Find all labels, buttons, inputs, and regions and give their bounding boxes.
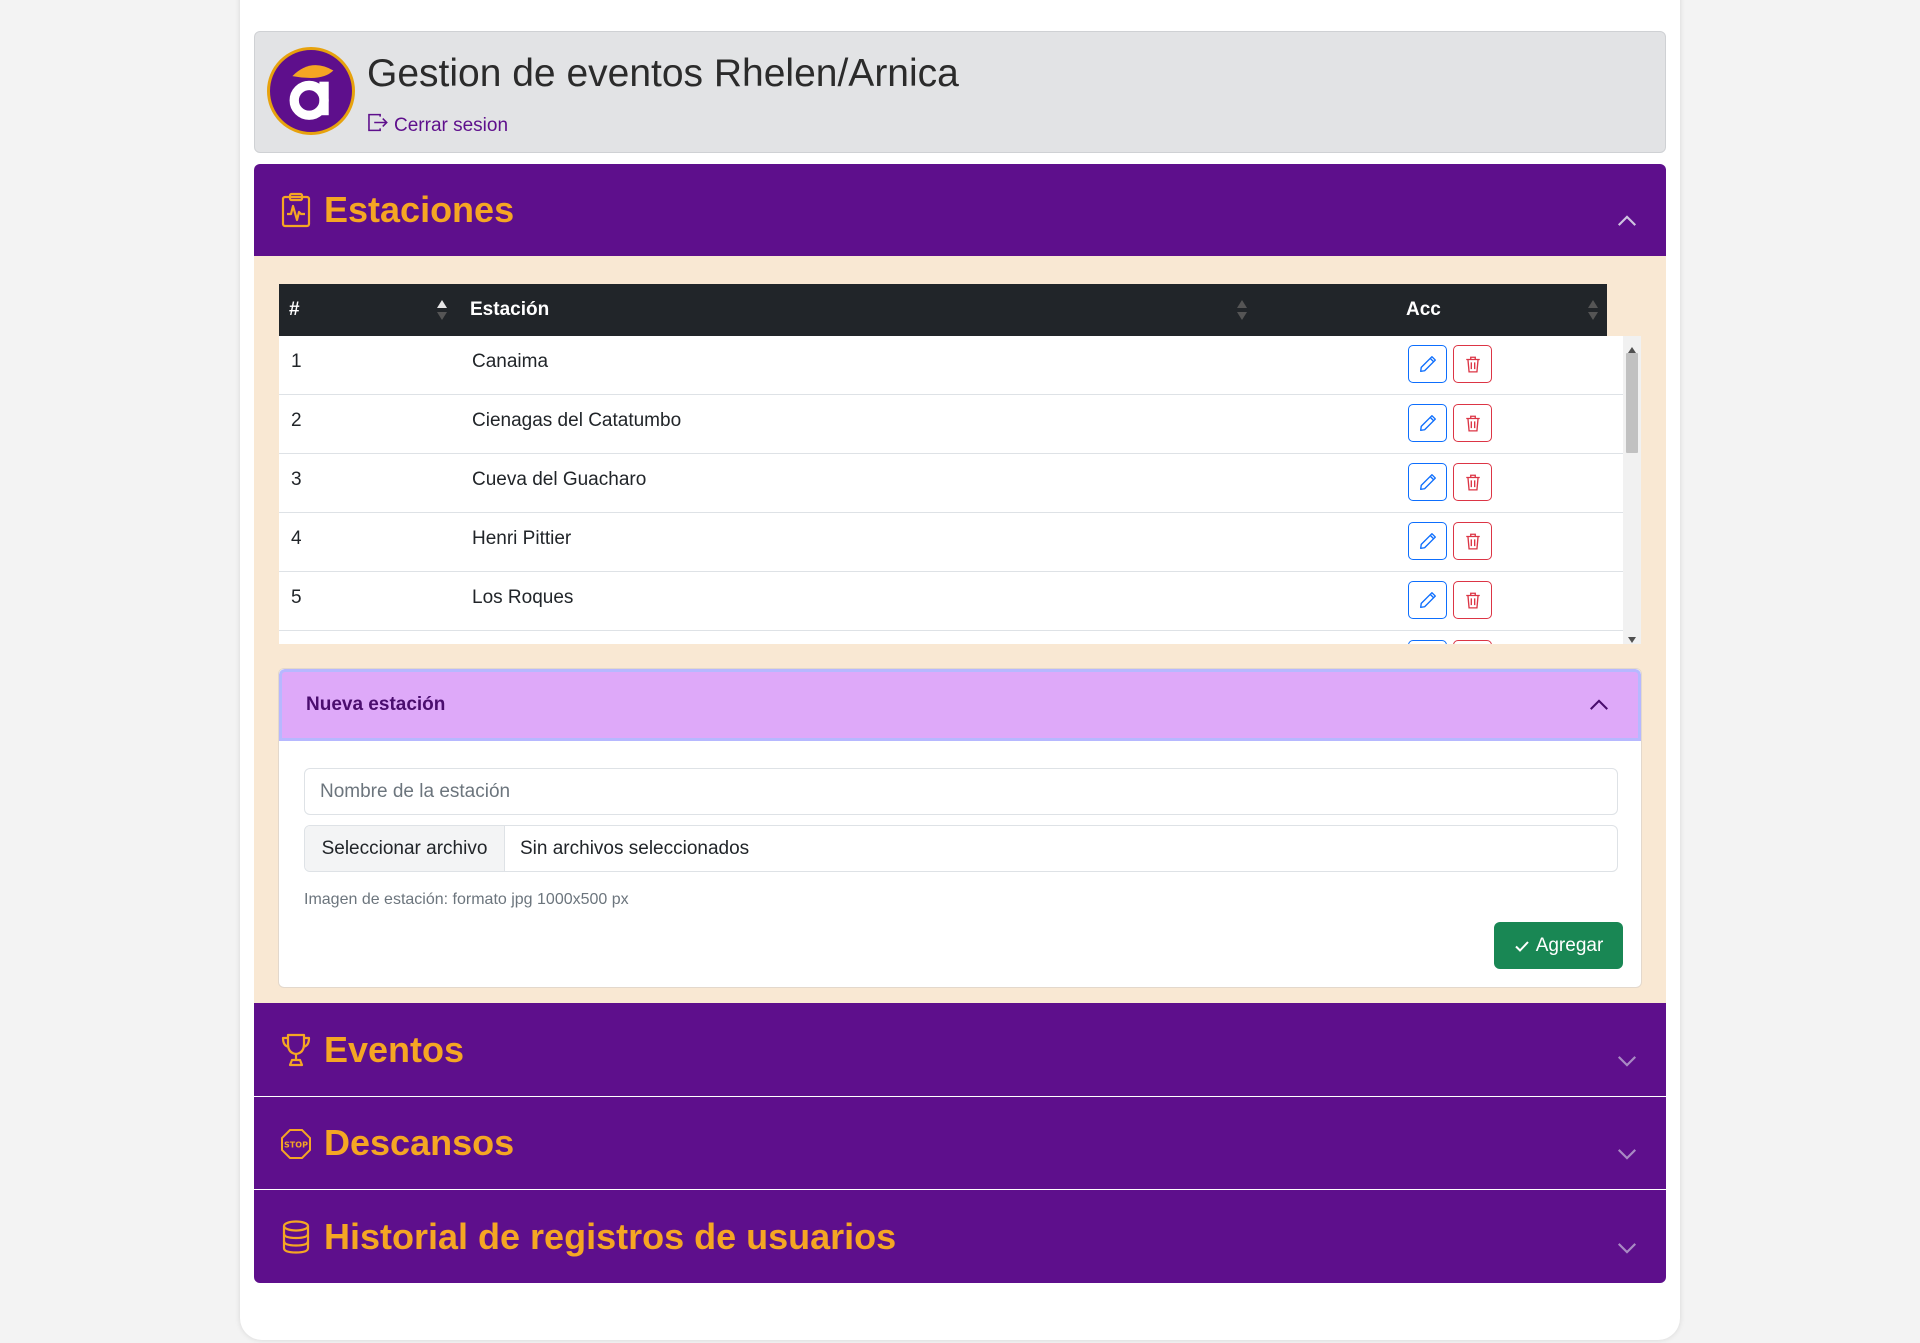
section-historial-header[interactable]: Historial de registros de usuarios — [254, 1190, 1666, 1283]
scroll-up-arrow-icon[interactable] — [1627, 341, 1637, 353]
delete-button[interactable] — [1453, 404, 1492, 442]
section-estaciones-body: # Estación Acc 1 Canaima 2 Cienagas del … — [254, 256, 1666, 1003]
column-header-actions[interactable]: Acc — [1406, 299, 1441, 321]
edit-button[interactable] — [1408, 404, 1447, 442]
table-row: 1 Canaima — [279, 336, 1623, 395]
table-header: # Estación Acc — [279, 284, 1607, 336]
table-row: 2 Cienagas del Catatumbo — [279, 395, 1623, 454]
add-station-button[interactable]: Agregar — [1494, 922, 1623, 969]
trash-icon — [1465, 415, 1480, 432]
section-historial-title: Historial de registros de usuarios — [324, 1215, 897, 1257]
edit-button[interactable] — [1408, 463, 1447, 501]
trophy-icon — [280, 1032, 312, 1068]
delete-button[interactable] — [1453, 581, 1492, 619]
clipboard-pulse-icon — [280, 192, 312, 228]
section-eventos-header[interactable]: Eventos — [254, 1003, 1666, 1096]
station-name: Cueva del Guacharo — [472, 469, 647, 490]
page-title: Gestion de eventos Rhelen/Arnica — [367, 52, 959, 95]
edit-button[interactable] — [1408, 345, 1447, 383]
database-icon — [280, 1219, 312, 1255]
select-file-button[interactable]: Seleccionar archivo — [305, 826, 505, 871]
chevron-up-icon — [1616, 199, 1638, 226]
station-image-file-input[interactable]: Seleccionar archivo Sin archivos selecci… — [304, 825, 1618, 872]
delete-button[interactable] — [1453, 522, 1492, 560]
table-row: 3 Cueva del Guacharo — [279, 454, 1623, 513]
pencil-icon — [1419, 474, 1436, 490]
table-scrollbar[interactable] — [1623, 336, 1641, 644]
edit-button[interactable] — [1408, 640, 1447, 644]
new-station-header[interactable]: Nueva estación — [279, 669, 1641, 741]
row-number: 5 — [291, 587, 302, 608]
section-eventos-title: Eventos — [324, 1028, 465, 1070]
chevron-down-icon — [1616, 1226, 1638, 1254]
edit-button[interactable] — [1408, 581, 1447, 619]
pencil-icon — [1419, 415, 1436, 431]
svg-text:STOP: STOP — [284, 1141, 308, 1150]
row-number: 4 — [291, 528, 302, 549]
row-number: 1 — [291, 351, 302, 372]
station-name-input[interactable] — [304, 768, 1618, 815]
chevron-down-icon — [1616, 1132, 1638, 1160]
add-station-label: Agregar — [1535, 934, 1604, 956]
pencil-icon — [1419, 356, 1436, 372]
table-row: 5 Los Roques — [279, 572, 1623, 631]
image-help-text: Imagen de estación: formato jpg 1000x500… — [304, 891, 629, 908]
scrollbar-thumb[interactable] — [1626, 353, 1638, 453]
app-logo — [267, 47, 355, 135]
station-name: Henri Pittier — [472, 528, 572, 549]
section-descansos-header[interactable]: STOP Descansos — [254, 1097, 1666, 1189]
file-status-text: Sin archivos seleccionados — [520, 837, 750, 859]
station-name: Cienagas del Catatumbo — [472, 410, 682, 431]
logout-icon — [367, 112, 388, 139]
delete-button[interactable] — [1453, 345, 1492, 383]
chevron-up-icon — [1588, 694, 1610, 716]
logout-link[interactable]: Cerrar sesion — [367, 112, 508, 139]
delete-button[interactable] — [1453, 463, 1492, 501]
station-name: Canaima — [472, 351, 549, 372]
table-row: 6 — [279, 631, 1623, 644]
sort-icon[interactable] — [1236, 298, 1248, 322]
table-body[interactable]: 1 Canaima 2 Cienagas del Catatumbo 3 Cue… — [279, 336, 1641, 644]
section-descansos-title: Descansos — [324, 1122, 515, 1163]
check-icon — [1514, 940, 1529, 952]
delete-button[interactable] — [1453, 640, 1492, 644]
row-number: 2 — [291, 410, 302, 431]
pencil-icon — [1419, 592, 1436, 608]
section-estaciones-title: Estaciones — [324, 189, 515, 230]
new-station-card: Nueva estación Seleccionar archivo Sin a… — [278, 668, 1642, 988]
sort-ascending-icon[interactable] — [436, 298, 448, 322]
page-container: Gestion de eventos Rhelen/Arnica Cerrar … — [240, 0, 1680, 1340]
trash-icon — [1465, 474, 1480, 491]
column-header-station[interactable]: Estación — [470, 299, 549, 321]
section-estaciones-header[interactable]: Estaciones — [254, 164, 1666, 256]
row-number: 3 — [291, 469, 302, 490]
stations-table: # Estación Acc 1 Canaima 2 Cienagas del … — [279, 284, 1641, 644]
app-header: Gestion de eventos Rhelen/Arnica Cerrar … — [254, 31, 1666, 153]
sort-icon[interactable] — [1587, 298, 1599, 322]
edit-button[interactable] — [1408, 522, 1447, 560]
station-name: Los Roques — [472, 587, 574, 608]
chevron-down-icon — [1616, 1039, 1638, 1067]
logout-label: Cerrar sesion — [394, 114, 509, 136]
stop-sign-icon: STOP — [280, 1125, 312, 1161]
table-row: 4 Henri Pittier — [279, 513, 1623, 572]
new-station-title: Nueva estación — [306, 694, 446, 715]
trash-icon — [1465, 356, 1480, 373]
column-header-number[interactable]: # — [289, 299, 300, 321]
trash-icon — [1465, 533, 1480, 550]
pencil-icon — [1419, 533, 1436, 549]
scroll-down-arrow-icon[interactable] — [1627, 631, 1637, 643]
trash-icon — [1465, 592, 1480, 609]
